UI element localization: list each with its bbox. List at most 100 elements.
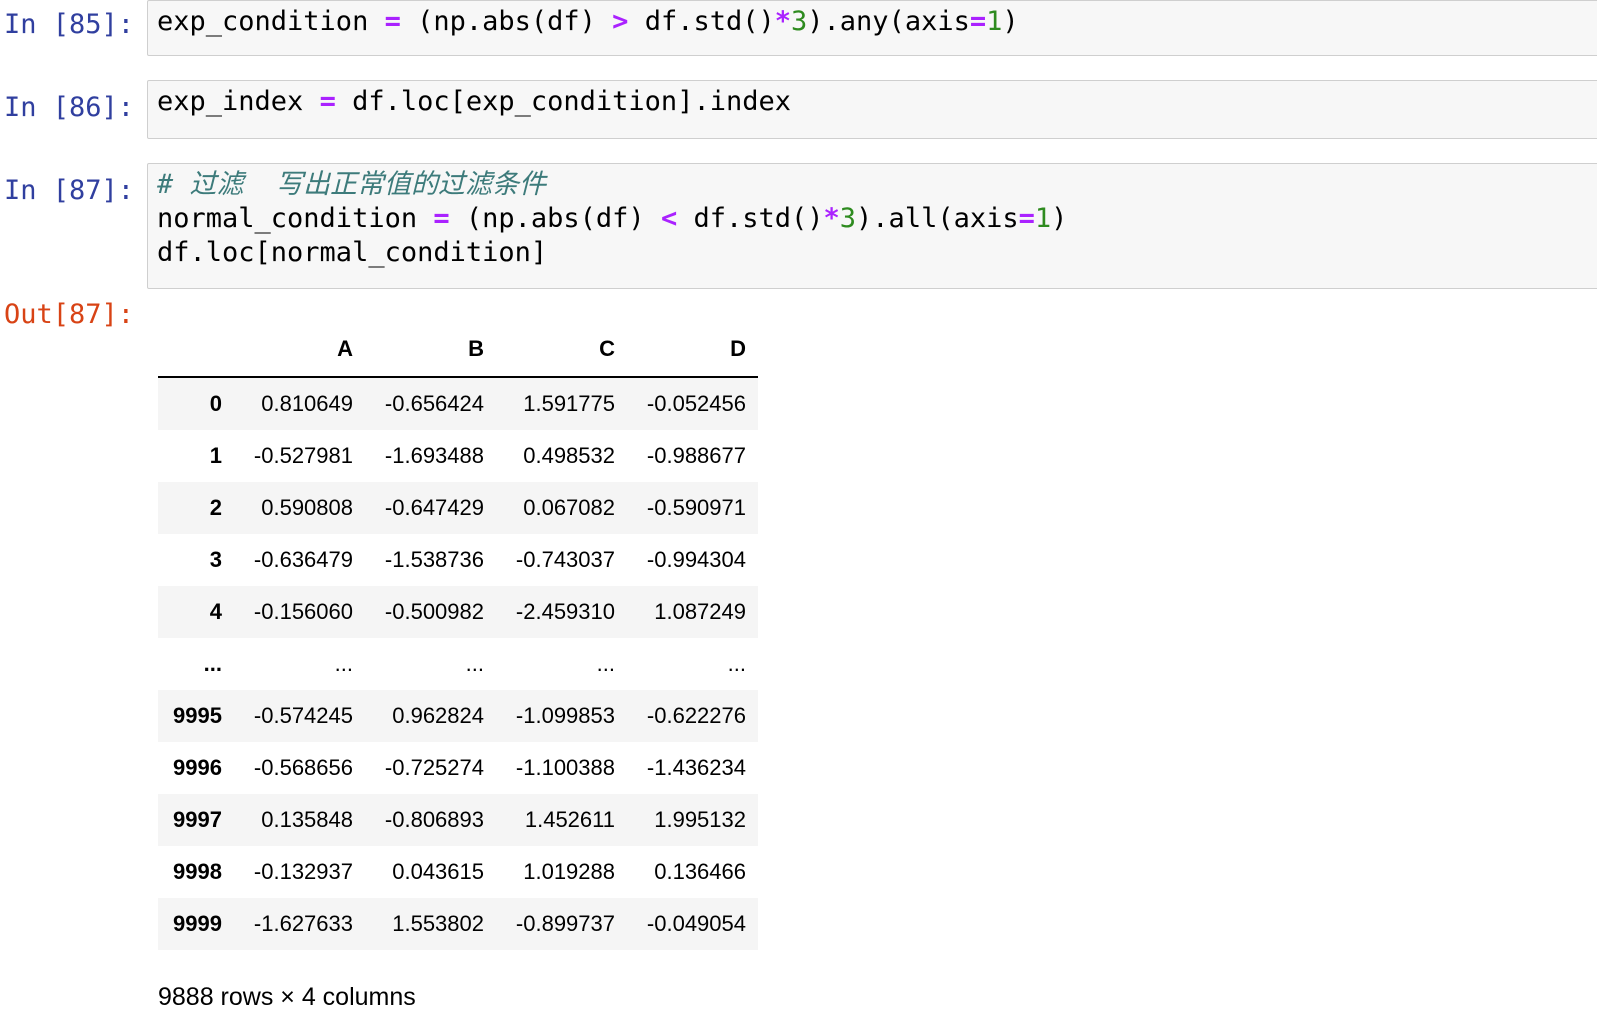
code-token: 1 xyxy=(1034,203,1052,234)
table-row: 1 -0.527981 -1.693488 0.498532 -0.988677 xyxy=(158,430,758,482)
table-cell: 0.067082 xyxy=(523,495,615,520)
code-cell[interactable]: exp_condition = (np.abs(df) > df.std()*3… xyxy=(147,0,1597,56)
column-header: D xyxy=(627,322,758,378)
output-prompt: Out[87]: xyxy=(4,299,135,330)
code-token: 1 xyxy=(986,6,1003,37)
code-token: ).any(axis xyxy=(807,6,970,37)
code-line: df.loc[normal_condition] xyxy=(157,236,1591,270)
table-cell: -1.100388 xyxy=(515,755,615,780)
table-cell: 0.810649 xyxy=(261,391,353,416)
code-token: * xyxy=(774,6,792,37)
table-cell: -0.590971 xyxy=(646,495,746,520)
table-cell: -0.132937 xyxy=(253,859,353,884)
code-editor[interactable]: exp_condition = (np.abs(df) > df.std()*3… xyxy=(157,5,1591,39)
table-cell: -0.052456 xyxy=(646,391,746,416)
code-token: df.std() xyxy=(628,6,775,37)
code-token: ).all(axis xyxy=(856,203,1019,234)
table-cell: -1.099853 xyxy=(515,703,615,728)
table-body: 0 0.810649 -0.656424 1.591775 -0.052456 1 -0.5… xyxy=(158,377,758,950)
code-token: < xyxy=(660,203,678,234)
table-cell: 0.043615 xyxy=(392,859,484,884)
code-token: exp_index xyxy=(157,86,320,117)
code-cell[interactable]: # 过滤 写出正常值的过滤条件 normal_condition = (np.ab… xyxy=(147,163,1597,289)
row-index: 2 xyxy=(209,495,222,520)
table-row: 3 -0.636479 -1.538736 -0.743037 -0.994304 xyxy=(158,534,758,586)
table-cell: -1.436234 xyxy=(646,755,746,780)
table-row: 9996 -0.568656 -0.725274 -1.100388 -1.436234 xyxy=(158,742,758,794)
code-token: (np.abs(df) xyxy=(449,203,661,234)
table-cell: 0.498532 xyxy=(523,443,615,468)
code-token: 3 xyxy=(839,203,857,234)
table-row: 9998 -0.132937 0.043615 1.019288 0.136466 xyxy=(158,846,758,898)
table-cell: -0.568656 xyxy=(253,755,353,780)
code-token: exp_condition xyxy=(157,6,385,37)
code-line: exp_index = df.loc[exp_condition].index xyxy=(157,85,1591,119)
table-cell: 1.591775 xyxy=(523,391,615,416)
table-cell: -0.527981 xyxy=(253,443,353,468)
column-header: A xyxy=(234,322,365,378)
row-index: 9997 xyxy=(173,807,222,832)
row-index: 4 xyxy=(209,599,222,624)
code-token: df.loc[normal_condition] xyxy=(157,237,548,268)
table-cell: 1.995132 xyxy=(654,807,746,832)
dataframe-table: A B C D 0 0.810649 -0.656424 1.591775 -0.052… xyxy=(158,322,758,950)
table-cell: -0.806893 xyxy=(384,807,484,832)
table-cell: -0.574245 xyxy=(253,703,353,728)
row-index: 0 xyxy=(209,391,222,416)
table-cell: -0.049054 xyxy=(646,911,746,936)
index-header xyxy=(158,322,234,378)
table-cell: 0.590808 xyxy=(261,495,353,520)
table-row: 9995 -0.574245 0.962824 -1.099853 -0.622276 xyxy=(158,690,758,742)
code-cell[interactable]: exp_index = df.loc[exp_condition].index xyxy=(147,80,1597,139)
row-index: 9995 xyxy=(173,703,222,728)
code-token: ) xyxy=(1051,203,1068,234)
table-cell: -0.636479 xyxy=(253,547,353,572)
table-cell: 1.019288 xyxy=(523,859,615,884)
table-cell: -0.656424 xyxy=(384,391,484,416)
table-row: 9999 -1.627633 1.553802 -0.899737 -0.049054 xyxy=(158,898,758,950)
code-token: df.std() xyxy=(677,203,824,234)
table-cell: 0.135848 xyxy=(261,807,353,832)
code-comment: # 过滤 写出正常值的过滤条件 xyxy=(157,169,547,200)
input-prompt: In [87]: xyxy=(4,175,135,206)
table-cell: -0.500982 xyxy=(384,599,484,624)
code-token: 3 xyxy=(791,6,808,37)
table-cell: -0.156060 xyxy=(253,599,353,624)
table-row: 0 0.810649 -0.656424 1.591775 -0.052456 xyxy=(158,377,758,430)
table-cell: 1.452611 xyxy=(524,807,615,832)
code-line: exp_condition = (np.abs(df) > df.std()*3… xyxy=(157,5,1591,39)
table-cell: -1.693488 xyxy=(384,443,484,468)
column-header: C xyxy=(496,322,627,378)
table-cell: 1.087249 xyxy=(654,599,746,624)
table-cell: 0.962824 xyxy=(392,703,484,728)
input-prompt: In [86]: xyxy=(4,92,135,123)
table-cell: 0.136466 xyxy=(654,859,746,884)
table-header-row: A B C D xyxy=(158,322,758,378)
table-cell: -1.627633 xyxy=(253,911,353,936)
code-line: # 过滤 写出正常值的过滤条件 xyxy=(157,168,1591,202)
table-cell: -0.743037 xyxy=(515,547,615,572)
code-token: = xyxy=(319,86,336,117)
input-prompt: In [85]: xyxy=(4,9,135,40)
code-token: ) xyxy=(1002,6,1019,37)
code-token: > xyxy=(612,6,629,37)
table-cell: -2.459310 xyxy=(515,599,615,624)
code-token: df.loc[exp_condition].index xyxy=(335,86,791,117)
code-token: = xyxy=(384,6,401,37)
table-cell: -0.647429 xyxy=(384,495,484,520)
table-cell: ... xyxy=(334,651,353,676)
code-token: = xyxy=(1018,203,1035,234)
code-editor[interactable]: # 过滤 写出正常值的过滤条件 normal_condition = (np.ab… xyxy=(157,168,1591,270)
table-cell: -0.622276 xyxy=(646,703,746,728)
code-editor[interactable]: exp_index = df.loc[exp_condition].index xyxy=(157,85,1591,119)
table-cell: -1.538736 xyxy=(384,547,484,572)
row-index: 9998 xyxy=(173,859,222,884)
row-index: 3 xyxy=(209,547,222,572)
table-cell: ... xyxy=(465,651,484,676)
table-row: 4 -0.156060 -0.500982 -2.459310 1.087249 xyxy=(158,586,758,638)
row-index: 1 xyxy=(209,443,222,468)
table-cell: -0.725274 xyxy=(384,755,484,780)
table-cell: ... xyxy=(727,651,746,676)
code-token: = xyxy=(969,6,987,37)
column-header: B xyxy=(365,322,496,378)
